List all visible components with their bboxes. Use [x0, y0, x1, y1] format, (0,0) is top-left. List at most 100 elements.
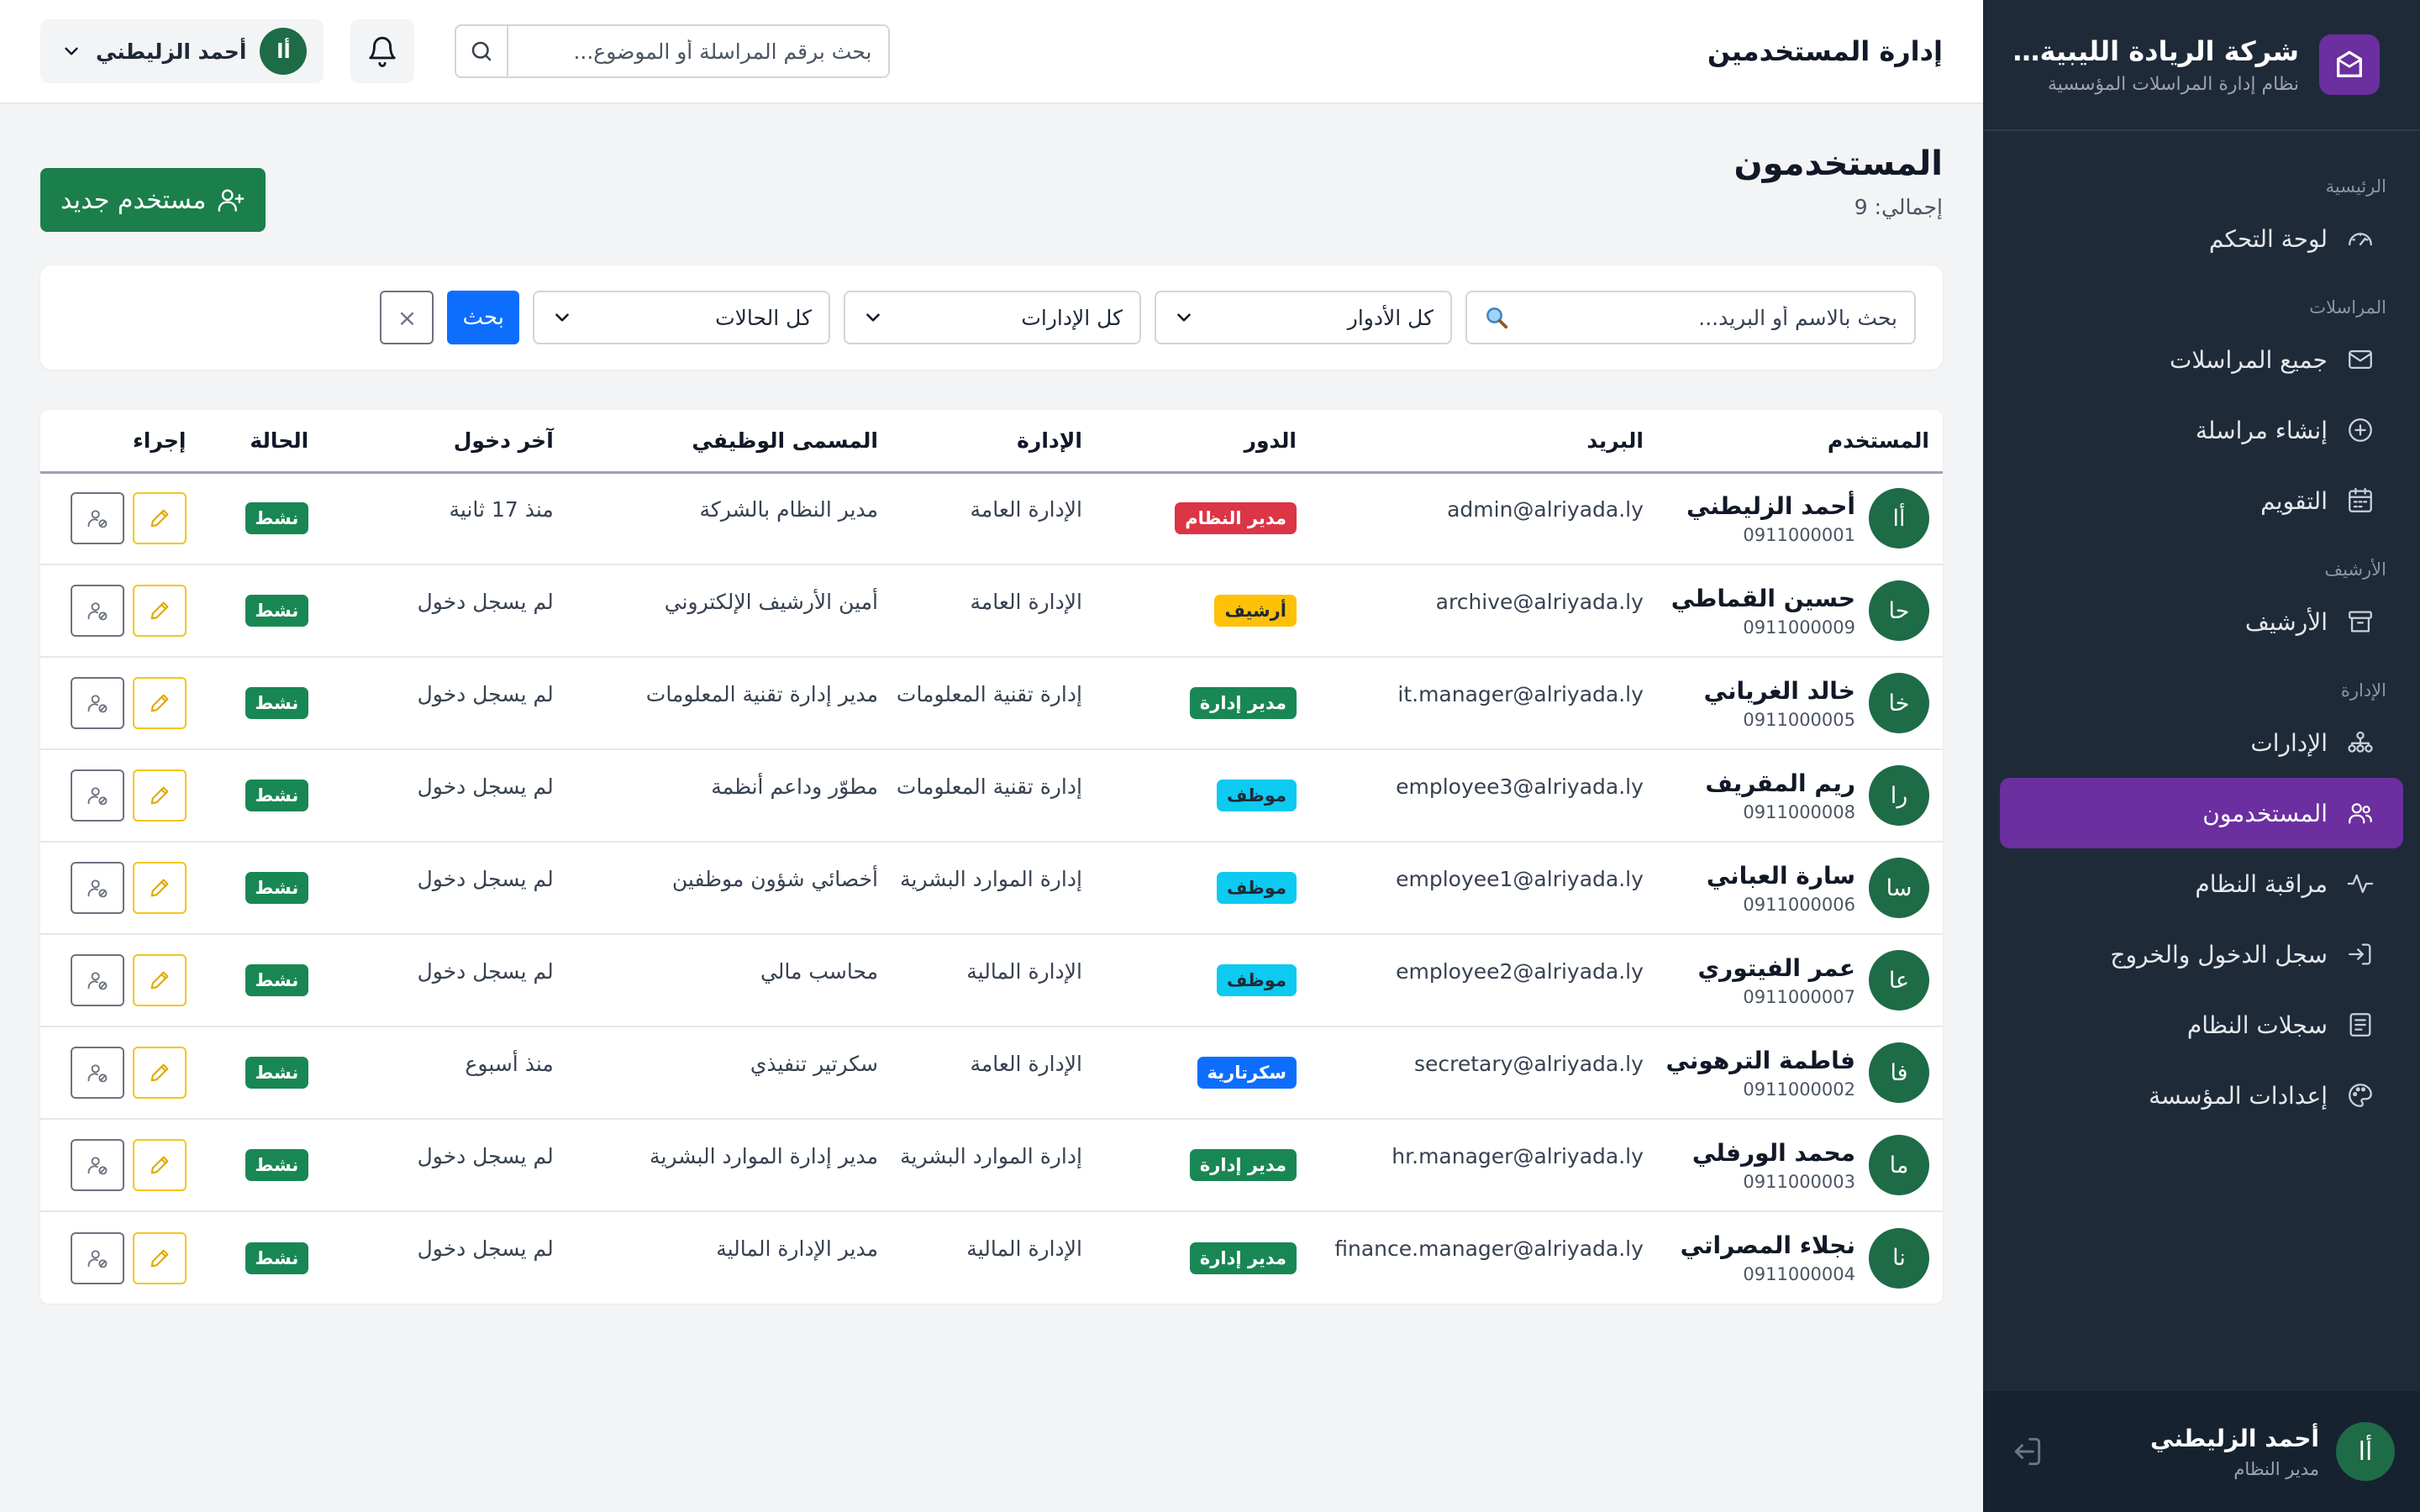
edit-user-button[interactable] [132, 862, 187, 914]
status-badge: نشط [245, 964, 309, 996]
nav-section-title: الرئيسية [2325, 176, 2386, 197]
toggle-user-status-button[interactable] [70, 677, 124, 729]
toggle-user-status-button[interactable] [70, 492, 124, 545]
sidebar-item-users[interactable]: المستخدمون [2000, 778, 2403, 848]
toggle-user-status-button[interactable] [70, 862, 124, 914]
brand-logo [2319, 34, 2380, 95]
user-department: الإدارة المالية [966, 958, 1082, 984]
edit-user-button[interactable] [132, 1047, 187, 1099]
clear-filters-button[interactable]: × [380, 291, 434, 344]
sidebar-item-palette[interactable]: إعدادات المؤسسة [2000, 1060, 2403, 1131]
edit-user-button[interactable] [132, 954, 187, 1006]
chevron-down-icon [555, 313, 569, 322]
user-department: الإدارة العامة [970, 1051, 1082, 1076]
user-menu[interactable]: أا أحمد الزليطني [40, 19, 324, 83]
edit-user-button[interactable] [132, 677, 187, 729]
avatar: أا [1869, 488, 1929, 549]
user-department: الإدارة العامة [970, 496, 1082, 522]
edit-user-button[interactable] [132, 492, 187, 545]
user-toggle-icon [87, 1064, 107, 1083]
main-content: المستخدمون إجمالي: 9 مستخدم جديد كل الأد… [0, 104, 1983, 1512]
sidebar-item-label: الإدارات [2250, 728, 2328, 757]
user-phone: 0911000001 [1743, 524, 1855, 545]
sidebar-item-label: التقويم [2260, 486, 2328, 515]
table-row: حا حسين القماطي 0911000009 archive@alriyada… [40, 564, 1943, 658]
column-header: المستخدم [1656, 410, 1943, 474]
role-filter-select[interactable]: كل الأدوار [1155, 291, 1452, 344]
toggle-user-status-button[interactable] [70, 769, 124, 822]
edit-user-button[interactable] [132, 1139, 187, 1191]
avatar: ما [1869, 1135, 1929, 1195]
role-badge: مدير إدارة [1189, 1149, 1297, 1181]
sidebar-item-envelope[interactable]: جميع المراسلات [2000, 324, 2403, 395]
bell-icon [369, 36, 397, 67]
column-header: آخر دخول [322, 410, 567, 474]
sidebar-item-login-arrow[interactable]: سجل الدخول والخروج [2000, 919, 2403, 990]
user-toggle-icon [87, 510, 107, 528]
users-icon [2349, 803, 2372, 824]
global-search-button[interactable] [456, 26, 509, 76]
user-name: حسين القماطي [1670, 584, 1855, 612]
user-department: الإدارة المالية [966, 1236, 1082, 1261]
archive-box-icon [2349, 611, 2372, 633]
toggle-user-status-button[interactable] [70, 954, 124, 1006]
toggle-user-status-button[interactable] [70, 585, 124, 637]
user-name: نجلاء المصراتي [1680, 1231, 1855, 1259]
brand-title: شركة الريادة الليبية للحـ... [2008, 34, 2299, 67]
avatar: عا [1869, 950, 1929, 1011]
role-badge: موظف [1217, 780, 1297, 811]
user-toggle-icon [87, 879, 107, 898]
user-search-field [1465, 291, 1916, 344]
sidebar-item-calendar[interactable]: التقويم [2000, 465, 2403, 536]
user-toggle-icon [87, 972, 107, 990]
sidebar-item-label: الأرشيف [2244, 607, 2328, 636]
status-filter-select[interactable]: كل الحالات [533, 291, 830, 344]
user-email: employee1@alriyada.ly [1396, 866, 1644, 891]
edit-user-button[interactable] [132, 769, 187, 822]
user-email: employee2@alriyada.ly [1396, 958, 1644, 984]
user-last-login: لم يسجل دخول [417, 589, 554, 614]
table-row: أا أحمد الزليطني 0911000001 admin@alriyada.… [40, 472, 1943, 565]
edit-user-button[interactable] [132, 1231, 187, 1284]
user-email: archive@alriyada.ly [1435, 589, 1644, 614]
sidebar-item-archive-box[interactable]: الأرشيف [2000, 586, 2403, 657]
envelope-icon [2349, 349, 2372, 370]
department-filter-select[interactable]: كل الإدارات [844, 291, 1141, 344]
new-user-button[interactable]: مستخدم جديد [40, 168, 266, 232]
user-department: إدارة تقنية المعلومات [896, 774, 1082, 799]
toggle-user-status-button[interactable] [70, 1139, 124, 1191]
notifications-button[interactable] [350, 19, 415, 83]
filter-search-button[interactable]: بحث [447, 291, 519, 344]
user-menu-name: أحمد الزليطني [96, 39, 247, 64]
avatar: نا [1869, 1227, 1929, 1289]
user-toggle-icon [87, 602, 107, 621]
avatar: خا [1869, 673, 1929, 733]
toggle-user-status-button[interactable] [70, 1231, 124, 1284]
role-badge: موظف [1217, 872, 1297, 904]
status-badge: نشط [245, 687, 309, 719]
user-department: إدارة الموارد البشرية [900, 866, 1082, 891]
sidebar-item-activity-pulse[interactable]: مراقبة النظام [2000, 848, 2403, 919]
sidebar-user-role: مدير النظام [2233, 1458, 2319, 1479]
pencil-icon [150, 879, 168, 897]
edit-user-button[interactable] [132, 585, 187, 637]
sidebar-item-log-list[interactable]: سجلات النظام [2000, 990, 2403, 1060]
role-badge: موظف [1217, 964, 1297, 996]
global-search-input[interactable] [508, 26, 889, 76]
org-chart-icon [2348, 731, 2373, 753]
status-badge: نشط [245, 1242, 309, 1274]
user-search-input[interactable] [1519, 305, 1897, 330]
sidebar-item-plus-circle[interactable]: إنشاء مراسلة [2000, 395, 2403, 465]
sidebar-item-dashboard-gauge[interactable]: لوحة التحكم [2000, 203, 2403, 274]
plus-circle-icon [2349, 418, 2372, 442]
toggle-user-status-button[interactable] [70, 1047, 124, 1099]
user-job-title: مطوّر وداعم أنظمة [711, 774, 878, 799]
sidebar-item-org-chart[interactable]: الإدارات [2000, 707, 2403, 778]
sidebar-item-label: إنشاء مراسلة [2195, 416, 2328, 444]
user-department: الإدارة العامة [970, 589, 1082, 614]
magnifier-icon [1486, 307, 1508, 329]
chevron-down-icon [866, 313, 880, 322]
logout-icon[interactable] [2008, 1433, 2045, 1470]
user-name: سارة العباني [1706, 861, 1855, 890]
user-email: secretary@alriyada.ly [1413, 1051, 1644, 1076]
